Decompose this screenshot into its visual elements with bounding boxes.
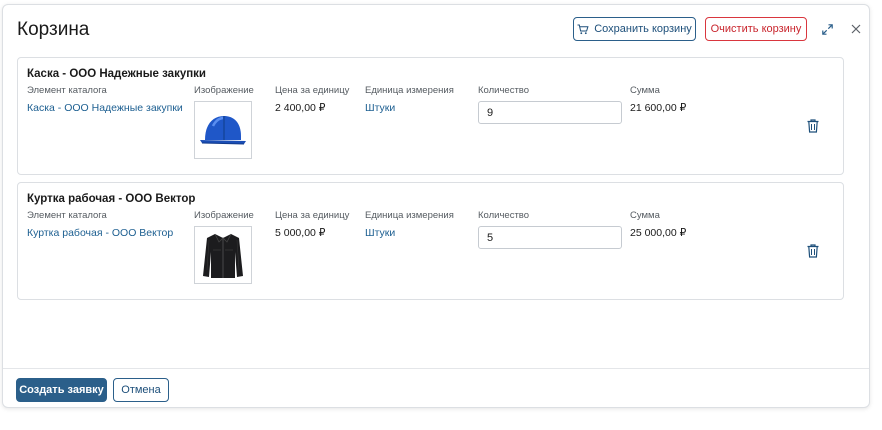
item-title: Куртка рабочая - ООО Вектор <box>27 193 196 205</box>
save-cart-label: Сохранить корзину <box>594 23 692 35</box>
expand-icon[interactable] <box>820 22 834 36</box>
item-sum: 21 600,00 ₽ <box>630 102 687 114</box>
sum-label: Сумма <box>630 210 660 221</box>
catalog-item-label: Элемент каталога <box>27 210 107 221</box>
unit-link[interactable]: Штуки <box>365 102 395 114</box>
price-label: Цена за единицу <box>275 85 350 96</box>
cart-icon <box>577 24 589 34</box>
create-request-label: Создать заявку <box>19 384 104 396</box>
unit-label: Единица измерения <box>365 85 454 96</box>
close-icon[interactable] <box>849 22 863 36</box>
clear-cart-button[interactable]: Очистить корзину <box>705 17 807 41</box>
save-cart-button[interactable]: Сохранить корзину <box>573 17 696 41</box>
create-request-button[interactable]: Создать заявку <box>16 378 107 402</box>
trash-icon[interactable] <box>807 119 819 133</box>
dialog-title: Корзина <box>17 19 90 40</box>
catalog-item-label: Элемент каталога <box>27 85 107 96</box>
catalog-item-link[interactable]: Каска - ООО Надежные закупки <box>27 102 183 114</box>
quantity-input[interactable] <box>478 101 622 124</box>
price-label: Цена за единицу <box>275 210 350 221</box>
cart-item-card: Каска - ООО Надежные закупки Элемент кат… <box>17 57 844 175</box>
unit-price: 2 400,00 ₽ <box>275 102 326 114</box>
sum-label: Сумма <box>630 85 660 96</box>
quantity-label: Количество <box>478 85 530 96</box>
unit-label: Единица измерения <box>365 210 454 221</box>
catalog-item-link[interactable]: Куртка рабочая - ООО Вектор <box>27 227 173 239</box>
item-sum: 25 000,00 ₽ <box>630 227 687 239</box>
quantity-input[interactable] <box>478 226 622 249</box>
cart-dialog: Корзина Сохранить корзину Очистить корзи… <box>2 4 870 408</box>
unit-link[interactable]: Штуки <box>365 227 395 239</box>
cancel-button[interactable]: Отмена <box>113 378 169 402</box>
item-title: Каска - ООО Надежные закупки <box>27 68 206 80</box>
cart-item-card: Куртка рабочая - ООО Вектор Элемент ката… <box>17 182 844 300</box>
image-label: Изображение <box>194 85 254 96</box>
quantity-label: Количество <box>478 210 530 221</box>
trash-icon[interactable] <box>807 244 819 258</box>
cancel-label: Отмена <box>121 384 161 396</box>
helmet-image[interactable] <box>194 101 252 159</box>
clear-cart-label: Очистить корзину <box>710 23 802 35</box>
footer-divider <box>3 368 869 369</box>
jacket-image[interactable] <box>194 226 252 284</box>
unit-price: 5 000,00 ₽ <box>275 227 326 239</box>
image-label: Изображение <box>194 210 254 221</box>
